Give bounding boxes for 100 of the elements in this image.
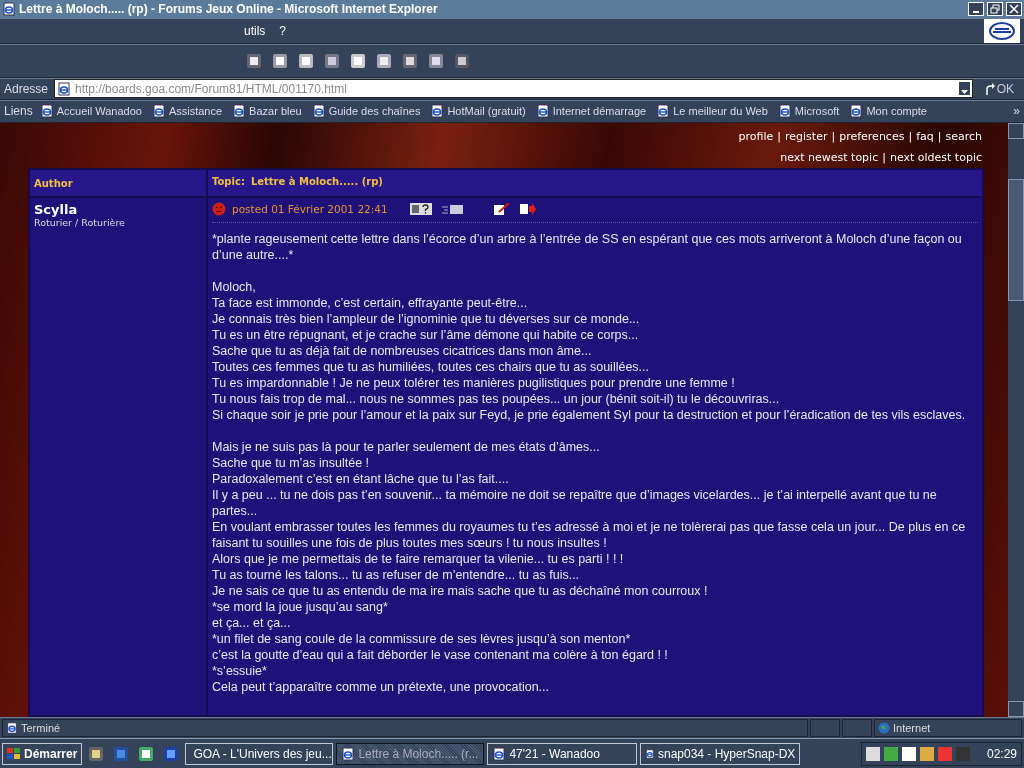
link-button[interactable]: Bazar bleu <box>229 104 305 119</box>
author-name: Scylla <box>34 202 79 218</box>
header-cell: Author <box>30 170 206 197</box>
restore-button[interactable] <box>987 1 1003 16</box>
browser-page-icon <box>656 104 671 119</box>
post-text: Paradoxalement c’est en étant lâche que tu l’as fait.... <box>212 471 510 488</box>
browser-page-icon <box>849 104 864 119</box>
post-text: *un filet de sang coule de la commissure de ses lèvres jusqu’à son menton* <box>212 631 632 648</box>
post-text: Sache que tu as déjà fait de nombreuses cicatrices dans mon âme... <box>212 343 593 360</box>
profile-icon[interactable] <box>407 203 434 216</box>
post-text: et ça... et ça... <box>212 615 292 632</box>
task-button[interactable]: GOA - L'Univers des jeu... <box>185 742 334 765</box>
post-text: *se mord la joue jusqu’au sang* <box>212 599 389 616</box>
email-icon[interactable] <box>439 204 466 215</box>
post-text: Il y a peu ... tu ne dois pas t’en souvenir... ta mémoire ne doit se repaître que d’images vicelardes... je t’ai interpellé avant que tu ne partes... <box>212 487 938 520</box>
separator: | <box>937 129 942 143</box>
post-text: Ta face est immonde, c’est certain, effrayante peut-être... <box>212 295 529 312</box>
post-text: Mais je ne suis pas là pour te parler seulement de mes états d’âmes... <box>212 439 601 456</box>
status-pane <box>842 719 872 738</box>
status-text: Terminé <box>21 722 61 735</box>
post-text: c’est la goutte d’eau qui a fait déborder le vase contenant ma colère à ton égard ! ! <box>212 647 669 664</box>
browser-page-icon <box>645 746 655 761</box>
post-text: Cela peut t’apparaître comme un prétexte, une provocation... <box>212 679 550 696</box>
zone-text: Internet <box>893 722 931 735</box>
post-text: Tu nous fais trop de mal... nous ne sommes pas tes poupées... un jour (bénit soit-il) tu le découvriras... <box>212 391 781 408</box>
minimize-button[interactable] <box>968 1 984 16</box>
link-button[interactable]: Microsoft <box>774 104 843 119</box>
post-text: Tu es un être répugnant, et je crache sur l’âme démone qui habite ce corps... <box>212 327 640 344</box>
post-text: En voulant embrasser toutes les femmes du royaumes tu t’es adressé à moi et je ne tolèrerai pas que fasse cela un jour... De plus en ce faisant tu souilles une fois de plus toutes mes sœurs ! tu nous insultes ! <box>212 519 967 552</box>
browser-page-icon <box>430 104 445 119</box>
browser-page-icon <box>311 104 326 119</box>
post-date: posted 01 Février 2001 22:41 <box>232 203 388 216</box>
nav-link[interactable]: search <box>945 129 982 143</box>
post-text: *plante rageusement cette lettre dans l’écorce d’un arbre à l’entrée de SS en espérant que ces mots arriveront à Moloch d’une façon ou d’une autre....* <box>212 231 963 264</box>
post-text: Je connais très bien l’ampleur de l’ignominie que tu déverses sur ce monde... <box>212 311 641 328</box>
arrow-icon <box>984 82 995 95</box>
dropdown-button[interactable] <box>957 81 971 97</box>
angry-face-icon <box>212 202 226 217</box>
address-field[interactable]: http://boards.goa.com/Forum81/HTML/001170.html <box>54 79 973 99</box>
separator: | <box>777 129 781 143</box>
link-button[interactable]: Guide des chaînes <box>308 104 424 119</box>
nav-link[interactable]: preferences <box>839 129 905 143</box>
scroll-thumb[interactable] <box>1008 179 1024 302</box>
task-button[interactable]: Lettre à Moloch..... (r... <box>336 742 485 765</box>
window-title: Lettre à Moloch..... (rp) - Forums Jeux Online - Microsoft Internet Explorer <box>19 1 439 16</box>
post-text: Alors que je me permettais de te faire remarquer ta vilenie... tu es parti ! ! ! <box>212 551 625 568</box>
separator: | <box>882 151 886 165</box>
browser-page-icon <box>777 104 792 119</box>
separator: | <box>831 129 836 143</box>
link-button[interactable]: Internet démarrage <box>532 104 650 119</box>
topic-label: Topic: <box>212 176 245 188</box>
browser-page-icon <box>341 746 356 761</box>
browser-page-icon <box>39 104 54 119</box>
browser-page-icon <box>535 104 550 119</box>
separator: | <box>908 129 913 143</box>
clock: 02:29 <box>986 746 1017 761</box>
menu-item[interactable]: utils <box>240 23 270 38</box>
link-button[interactable]: Mon compte <box>846 104 930 119</box>
post-text: Tu as tourné les talons... tu as refuser de m’entendre... tu as fuis... <box>212 567 581 584</box>
browser-page-icon <box>2 1 16 16</box>
post-text: *s’essuie* <box>212 663 268 680</box>
menu-item[interactable]: ? <box>275 23 291 38</box>
nav-link[interactable]: next oldest topic <box>889 151 982 165</box>
scrollbar[interactable] <box>1008 123 1024 718</box>
minimize-icon <box>973 10 979 13</box>
post-text: Tu es impardonnable ! Je ne peux tolérer tes manières pugilistiques pour prendre une femme ! <box>212 375 736 392</box>
nav-link[interactable]: profile <box>738 129 774 143</box>
link-button[interactable]: HotMail (gratuit) <box>427 104 529 119</box>
go-button[interactable]: OK <box>978 81 1020 96</box>
task-button[interactable]: 47'21 - Wanadoo <box>487 742 638 765</box>
browser-page-icon <box>151 104 166 119</box>
post-text: Sache que tu m’as insultée ! <box>212 455 371 472</box>
post-text: Moloch, <box>212 279 257 296</box>
nav-link[interactable]: register <box>785 129 828 143</box>
links-label: Liens <box>4 104 33 119</box>
browser-page-icon <box>232 104 247 119</box>
task-button[interactable]: snap034 - HyperSnap-DX <box>640 742 801 765</box>
post-text: Si chaque soir je prie pour l’amour et la paix sur Feyd, je prie également Syl pour ta destruction et pour l’éradication de tes vils esclaves. <box>212 407 967 424</box>
caret-icon <box>960 90 968 95</box>
scroll-up-button[interactable] <box>1008 123 1024 140</box>
browser-page-icon <box>492 746 507 761</box>
windows-logo-icon <box>7 747 21 760</box>
browser-logo <box>984 18 1020 43</box>
address-label: Adresse <box>4 81 49 96</box>
scroll-down-button[interactable] <box>1008 701 1024 718</box>
close-button[interactable] <box>1006 1 1022 16</box>
nav-link[interactable]: faq <box>916 129 934 143</box>
link-button[interactable]: Accueil Wanadoo <box>36 104 145 119</box>
topic-title: Lettre à Moloch..... (rp) <box>250 176 383 188</box>
delete-icon[interactable] <box>517 203 538 216</box>
status-pane <box>810 719 840 738</box>
post-text: Je ne sais ce que tu as entendu de ma ire mais sache que tu as déchaîné mon courroux ! <box>212 583 709 600</box>
nav-link[interactable]: next newest topic <box>780 151 879 165</box>
start-button[interactable]: Démarrer <box>2 742 83 765</box>
link-button[interactable]: Le meilleur du Web <box>653 104 771 119</box>
browser-page-icon <box>57 81 72 96</box>
link-button[interactable]: Assistance <box>148 104 226 119</box>
browser-page-icon <box>6 722 18 735</box>
author-rank: Roturier / Roturière <box>34 217 126 229</box>
more-links-button[interactable]: » <box>1013 104 1020 119</box>
